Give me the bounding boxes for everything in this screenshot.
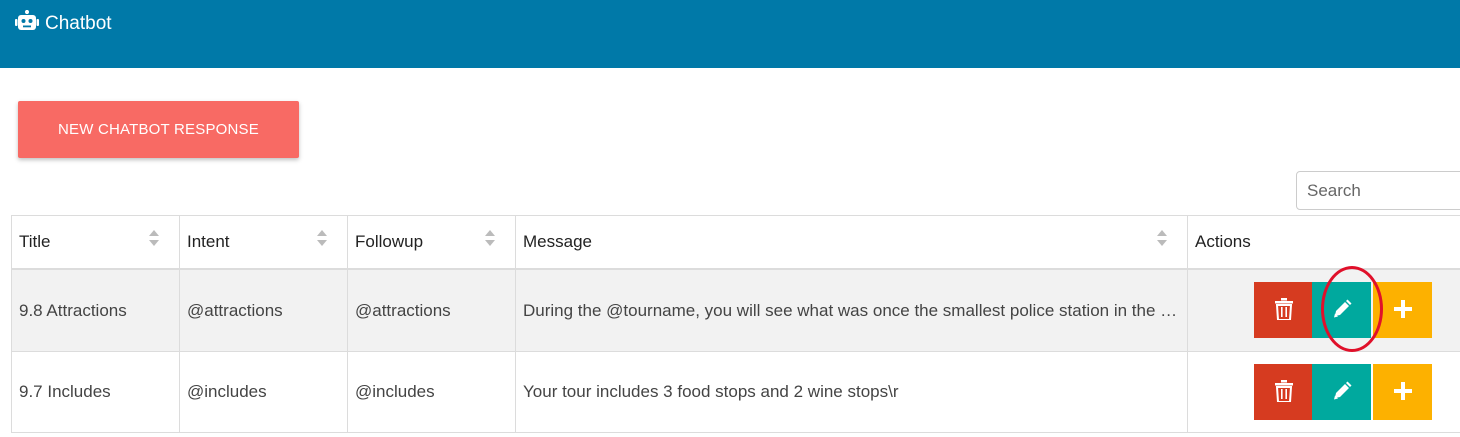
- cell-title: 9.7 Includes: [11, 351, 180, 433]
- cell-title: 9.8 Attractions: [11, 268, 180, 352]
- column-header-label: Title: [19, 232, 51, 251]
- edit-button[interactable]: [1312, 364, 1371, 420]
- search-input[interactable]: [1296, 171, 1460, 210]
- app-brand[interactable]: Chatbot: [15, 10, 112, 37]
- column-header-followup[interactable]: Followup: [347, 215, 516, 270]
- chatbot-responses-table: Title Intent Followup Message Actions 9.…: [11, 215, 1460, 433]
- column-header-label: Message: [523, 232, 592, 251]
- cell-message: During the @tourname, you will see what …: [515, 268, 1188, 352]
- app-title: Chatbot: [45, 12, 112, 34]
- plus-icon: [1393, 299, 1412, 321]
- cell-intent: @attractions: [179, 268, 348, 352]
- sort-icon[interactable]: [317, 229, 327, 247]
- add-button[interactable]: [1373, 364, 1432, 420]
- sort-icon[interactable]: [149, 229, 159, 247]
- column-header-label: Intent: [187, 232, 230, 251]
- table-row: 9.7 Includes @includes @includes Your to…: [11, 351, 1460, 433]
- add-button[interactable]: [1373, 282, 1432, 338]
- cell-followup: @includes: [347, 351, 516, 433]
- table-row: 9.8 Attractions @attractions @attraction…: [11, 268, 1460, 352]
- pencil-icon: [1332, 299, 1352, 322]
- trash-icon: [1274, 297, 1293, 323]
- column-header-label: Followup: [355, 232, 424, 251]
- column-header-intent[interactable]: Intent: [179, 215, 348, 270]
- sort-icon[interactable]: [1157, 229, 1167, 247]
- delete-button[interactable]: [1254, 364, 1313, 420]
- column-header-label: Actions: [1195, 232, 1251, 251]
- delete-button[interactable]: [1254, 282, 1313, 338]
- cell-message: Your tour includes 3 food stops and 2 wi…: [515, 351, 1188, 433]
- trash-icon: [1274, 379, 1293, 405]
- sort-icon[interactable]: [485, 229, 495, 247]
- top-app-bar: Chatbot: [0, 0, 1460, 68]
- column-header-title[interactable]: Title: [11, 215, 180, 270]
- column-header-actions: Actions: [1187, 215, 1460, 270]
- plus-icon: [1393, 381, 1412, 403]
- table-header-row: Title Intent Followup Message Actions: [11, 215, 1460, 270]
- cell-followup: @attractions: [347, 268, 516, 352]
- new-chatbot-response-button[interactable]: NEW CHATBOT RESPONSE: [18, 101, 299, 158]
- pencil-icon: [1332, 381, 1352, 404]
- column-header-message[interactable]: Message: [515, 215, 1188, 270]
- cell-intent: @includes: [179, 351, 348, 433]
- edit-button[interactable]: [1312, 282, 1371, 338]
- robot-icon: [15, 10, 39, 37]
